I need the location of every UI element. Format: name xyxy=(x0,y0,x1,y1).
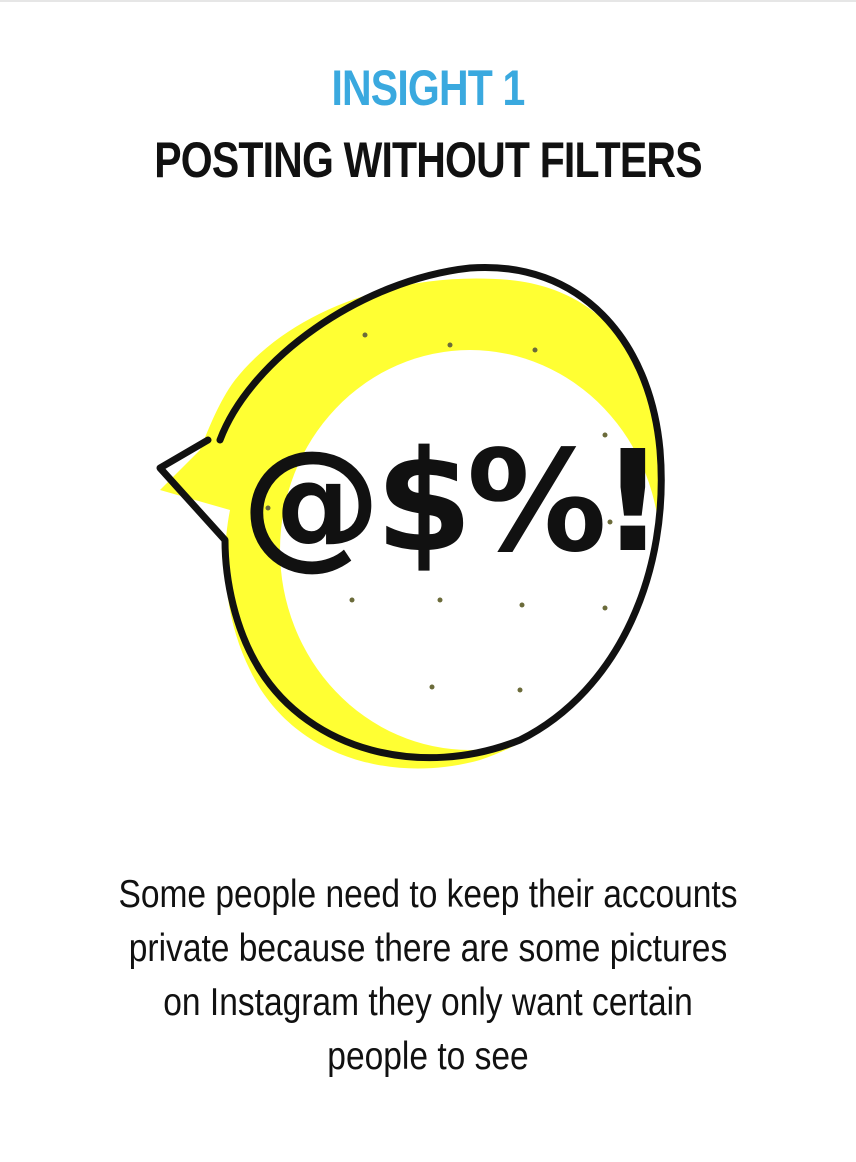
top-divider xyxy=(0,0,856,2)
insight-description: Some people need to keep their accounts … xyxy=(118,873,738,1078)
page-title: POSTING WITHOUT FILTERS xyxy=(154,132,702,188)
insight-label: INSIGHT 1 xyxy=(331,60,525,116)
bubble-symbols-text: @$%! xyxy=(241,421,659,584)
speech-bubble-illustration: @$%! xyxy=(156,263,665,769)
